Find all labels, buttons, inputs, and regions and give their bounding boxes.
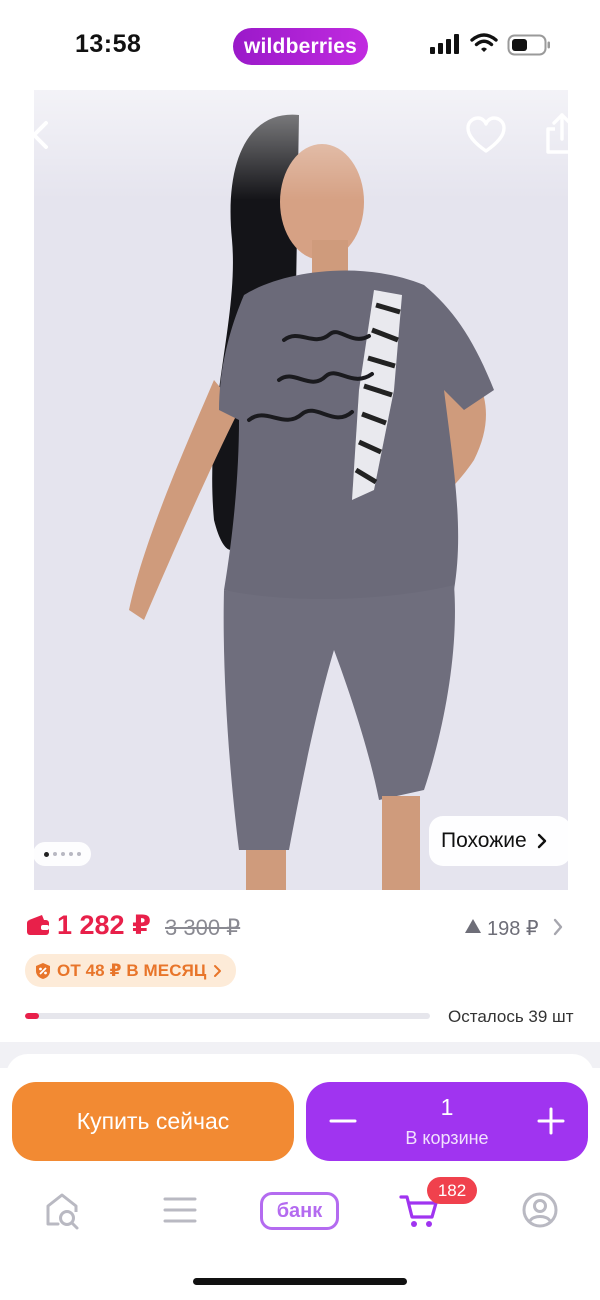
gallery-dot[interactable] [43, 851, 49, 857]
chevron-right-icon [537, 833, 546, 849]
chevron-right-icon[interactable] [552, 918, 564, 936]
product-gallery[interactable]: Похожие [0, 90, 600, 890]
nav-bank[interactable]: банк [260, 1192, 339, 1230]
catalog-menu-icon[interactable] [158, 1188, 202, 1232]
home-search-icon[interactable] [40, 1188, 84, 1232]
similar-button[interactable]: Похожие [429, 816, 571, 866]
old-price: 3 300 ₽ [165, 915, 241, 940]
back-icon[interactable] [20, 115, 60, 155]
battery-icon [507, 34, 550, 56]
price-drop-amount[interactable]: 198 ₽ [487, 916, 539, 941]
gallery-dot[interactable] [76, 852, 81, 856]
stock-remaining: Осталось 39 шт [448, 1007, 574, 1026]
profile-icon[interactable] [518, 1188, 562, 1232]
status-bar: 13:58 wildberries [0, 0, 600, 90]
wifi-icon [470, 33, 498, 52]
similar-label: Похожие [441, 829, 527, 852]
cart-count-badge: 182 [427, 1177, 477, 1204]
gallery-dot[interactable] [68, 852, 73, 856]
gallery-pagination[interactable] [33, 842, 91, 866]
buy-now-button[interactable]: Купить сейчас [12, 1082, 294, 1161]
price-card: 1 282 ₽ 3 300 ₽ 198 ₽ ОТ 48 ₽ В МЕСЯЦ Ос… [0, 890, 600, 1042]
wallet-icon [27, 915, 49, 935]
share-icon[interactable] [542, 112, 582, 156]
stock-progress-fill [25, 1013, 40, 1019]
current-price: 1 282 ₽ [57, 910, 151, 940]
home-indicator[interactable] [193, 1278, 407, 1285]
status-time: 13:58 [75, 30, 142, 58]
gallery-dot[interactable] [60, 852, 65, 856]
gallery-top-fade [0, 90, 600, 200]
gallery-dot[interactable] [52, 852, 57, 856]
heart-icon[interactable] [465, 115, 507, 157]
bottom-action-bar: Купить сейчас 1 В корзине банк 182 [0, 1068, 600, 1300]
installment-shield-icon [36, 962, 50, 979]
cart-quantity-stepper[interactable]: 1 В корзине [306, 1082, 588, 1161]
plus-icon[interactable] [534, 1104, 568, 1138]
installment-badge[interactable]: ОТ 48 ₽ В МЕСЯЦ [25, 954, 237, 987]
signal-icon [430, 34, 459, 54]
price-drop-triangle-icon [465, 919, 481, 933]
installment-label: ОТ 48 ₽ В МЕСЯЦ [57, 960, 207, 980]
product-photo[interactable] [34, 90, 568, 890]
brand-logo[interactable]: wildberries [233, 28, 368, 65]
stock-progress-bar [25, 1013, 430, 1019]
chevron-right-icon [214, 964, 222, 977]
